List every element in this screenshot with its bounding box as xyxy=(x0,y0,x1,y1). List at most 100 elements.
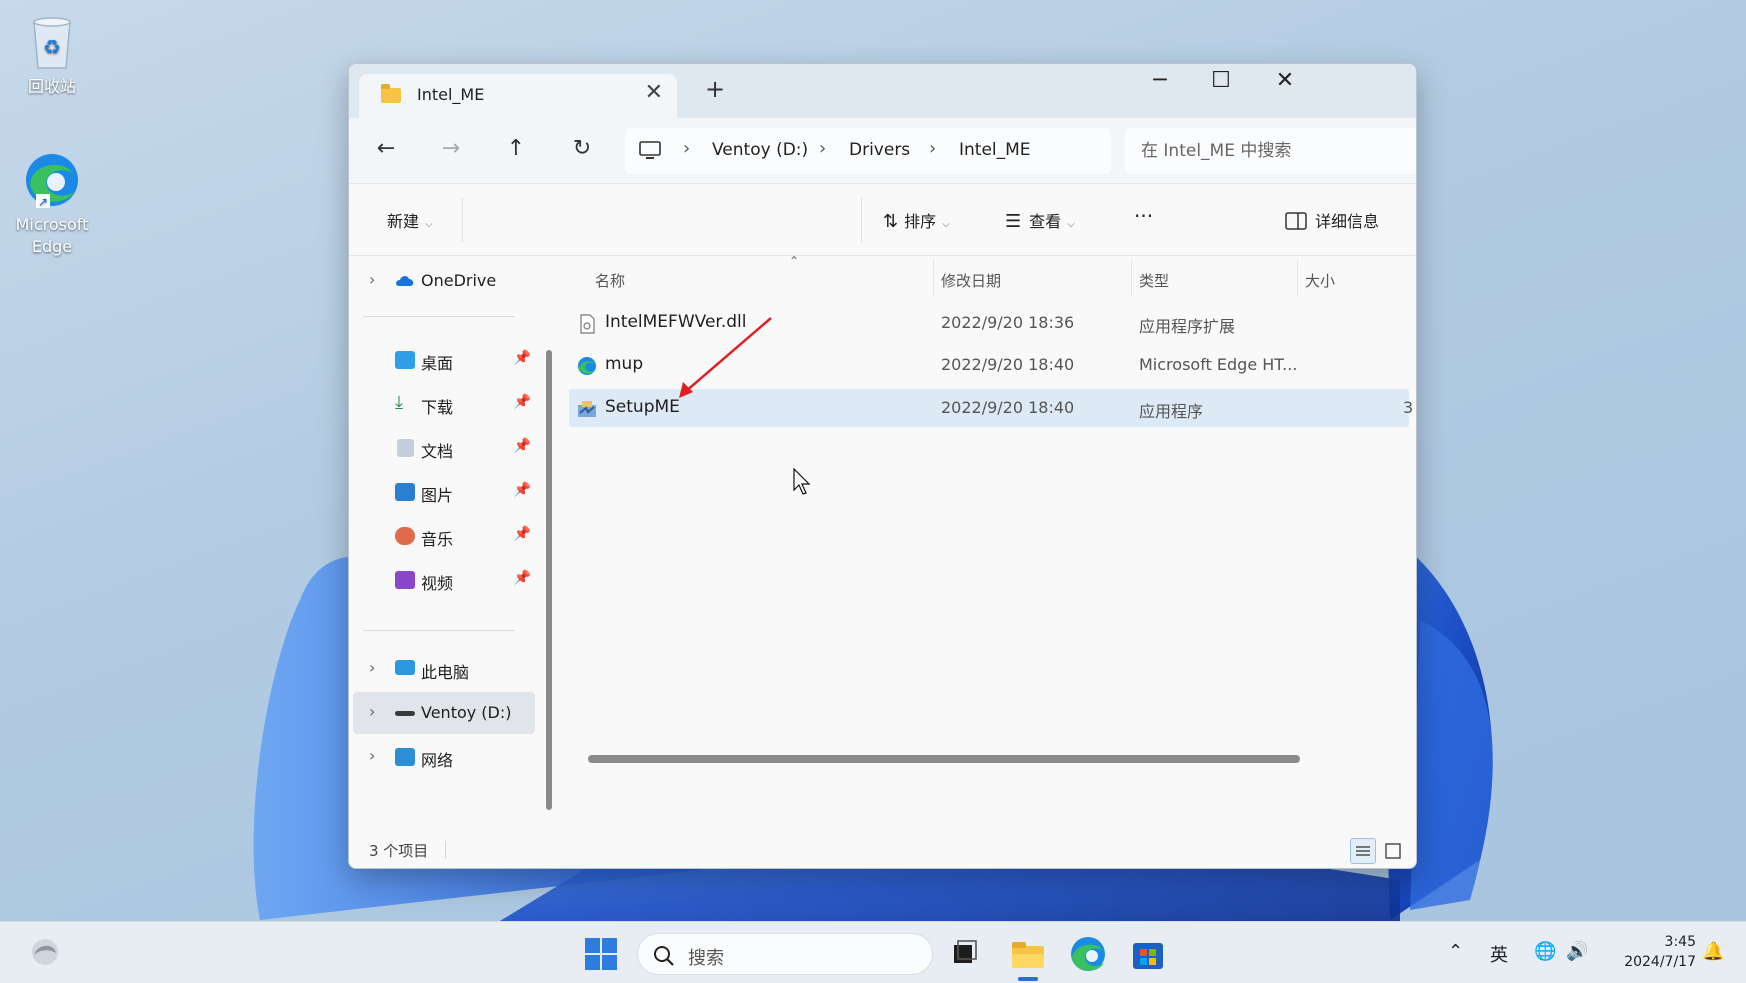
pin-icon[interactable]: 📌 xyxy=(514,438,531,454)
sidebar-item-desktop[interactable]: 桌面 📌 xyxy=(353,339,535,381)
column-header-size[interactable]: 大小 xyxy=(1305,270,1335,291)
details-pane-icon xyxy=(1285,212,1307,230)
close-window-button[interactable]: ✕ xyxy=(1265,68,1305,93)
drive-icon xyxy=(395,711,415,716)
view-button[interactable]: ☰ 查看 ⌵ xyxy=(1005,208,1075,232)
navigation-bar: ← → ↑ ↻ › Ventoy (D:) › Drivers › Intel_… xyxy=(349,118,1416,184)
column-divider[interactable] xyxy=(1297,260,1298,296)
sidebar-item-videos[interactable]: 视频 📌 xyxy=(353,559,535,601)
scrollbar-thumb[interactable] xyxy=(546,350,552,810)
details-view-icon xyxy=(1356,846,1370,856)
refresh-button[interactable]: ↻ xyxy=(567,136,597,161)
svg-text:↗: ↗ xyxy=(38,195,48,209)
new-tab-button[interactable]: + xyxy=(705,75,725,103)
pin-icon[interactable]: 📌 xyxy=(514,394,531,410)
sidebar-item-pictures[interactable]: 图片 📌 xyxy=(353,471,535,513)
active-app-indicator xyxy=(1018,977,1038,981)
tab-intel-me[interactable]: Intel_ME ✕ xyxy=(359,74,677,118)
sort-button[interactable]: ⇅ 排序 ⌵ xyxy=(883,208,950,232)
music-icon xyxy=(395,527,415,545)
search-input[interactable]: 在 Intel_ME 中搜索 xyxy=(1125,128,1416,174)
sidebar-item-downloads[interactable]: ⤓ 下载 📌 xyxy=(353,383,535,425)
edge-taskbar-icon[interactable] xyxy=(1068,934,1108,974)
column-divider[interactable] xyxy=(1131,260,1132,296)
navigation-pane: › OneDrive 桌面 📌 ⤓ 下载 📌 文档 📌 图片 📌 音乐 📌 视频… xyxy=(349,256,537,828)
status-bar: 3 个项目 xyxy=(349,828,1416,868)
sidebar-item-music[interactable]: 音乐 📌 xyxy=(353,515,535,557)
sidebar-item-label: 文档 xyxy=(421,442,454,461)
microsoft-store-icon[interactable] xyxy=(1128,934,1168,974)
horizontal-scrollbar[interactable] xyxy=(588,755,1300,763)
sidebar-item-network[interactable]: › 网络 xyxy=(353,736,535,778)
file-explorer-taskbar-icon[interactable] xyxy=(1008,934,1048,974)
details-button[interactable]: 详细信息 xyxy=(1285,208,1379,232)
breadcrumb-drivers[interactable]: Drivers xyxy=(849,140,910,160)
command-bar: 新建 ⌵ ⇅ 排序 ⌵ ☰ 查看 ⌵ ··· 详细信息 xyxy=(349,184,1416,256)
network-globe-icon[interactable]: 🌐 xyxy=(1534,941,1556,962)
tiles-view-button[interactable] xyxy=(1380,838,1406,864)
start-icon[interactable] xyxy=(584,937,618,971)
new-label: 新建 xyxy=(387,212,420,231)
desktop-icon xyxy=(395,351,415,369)
show-hidden-icons-chevron[interactable]: ⌃ xyxy=(1448,941,1463,962)
sidebar-item-this-pc[interactable]: › 此电脑 xyxy=(353,648,535,690)
pin-icon[interactable]: 📌 xyxy=(514,526,531,542)
breadcrumb-intel-me[interactable]: Intel_ME xyxy=(959,140,1031,160)
maximize-button[interactable]: ☐ xyxy=(1201,68,1241,93)
taskbar-search-placeholder: 搜索 xyxy=(688,948,724,969)
pin-icon[interactable]: 📌 xyxy=(514,350,531,366)
taskbar-clock[interactable]: 3:45 2024/7/17 xyxy=(1610,932,1696,972)
task-view-icon[interactable] xyxy=(944,934,984,974)
computer-icon xyxy=(639,141,661,159)
clock-time: 3:45 xyxy=(1664,934,1696,950)
chevron-right-icon[interactable]: › xyxy=(369,658,375,677)
taskbar-search-input[interactable]: 搜索 xyxy=(637,933,933,975)
search-icon xyxy=(654,946,674,966)
sidebar-item-label: 视频 xyxy=(421,574,454,593)
details-view-button[interactable] xyxy=(1350,838,1376,864)
status-divider xyxy=(445,841,446,859)
this-pc-icon xyxy=(395,660,415,675)
chevron-right-icon[interactable]: › xyxy=(369,270,375,289)
address-bar[interactable]: › Ventoy (D:) › Drivers › Intel_ME xyxy=(625,128,1111,174)
file-size: 3 xyxy=(1403,398,1414,417)
chevron-down-icon: ⌵ xyxy=(425,219,433,230)
more-options-button[interactable]: ··· xyxy=(1134,204,1153,228)
download-icon: ⤓ xyxy=(395,392,403,413)
sidebar-item-label: 网络 xyxy=(421,751,454,770)
chevron-down-icon: ⌵ xyxy=(942,219,950,230)
breadcrumb-separator: › xyxy=(683,138,691,159)
minimize-button[interactable]: ─ xyxy=(1140,68,1180,93)
sidebar-item-label: OneDrive xyxy=(421,271,497,290)
recycle-bin-label: 回收站 xyxy=(27,77,76,96)
ime-indicator[interactable]: 英 xyxy=(1490,941,1508,967)
breadcrumb-separator: › xyxy=(929,138,937,159)
sort-icon: ⇅ xyxy=(883,211,899,232)
sidebar-scrollbar[interactable] xyxy=(544,256,554,836)
column-header-type[interactable]: 类型 xyxy=(1139,270,1169,291)
desktop-recycle-bin[interactable]: ♻ 回收站 xyxy=(4,12,100,98)
desktop-edge[interactable]: ↗ Microsoft Edge xyxy=(4,150,100,258)
document-icon xyxy=(397,439,414,457)
pin-icon[interactable]: 📌 xyxy=(514,570,531,586)
new-button[interactable]: 新建 ⌵ xyxy=(387,208,433,232)
close-tab-icon[interactable]: ✕ xyxy=(645,80,663,105)
chevron-right-icon[interactable]: › xyxy=(369,702,375,721)
breadcrumb-separator: › xyxy=(819,138,827,159)
breadcrumb-ventoy[interactable]: Ventoy (D:) xyxy=(712,140,808,160)
up-button[interactable]: ↑ xyxy=(501,136,531,161)
sidebar-item-documents[interactable]: 文档 📌 xyxy=(353,427,535,469)
sidebar-item-ventoy[interactable]: › Ventoy (D:) xyxy=(353,692,535,734)
back-button[interactable]: ← xyxy=(371,136,401,161)
view-label: 查看 xyxy=(1029,212,1062,231)
tab-title: Intel_ME xyxy=(417,85,485,104)
sidebar-item-label: 此电脑 xyxy=(421,663,470,682)
pin-icon[interactable]: 📌 xyxy=(514,482,531,498)
red-arrow-annotation xyxy=(679,317,772,398)
forward-button[interactable]: → xyxy=(436,136,466,161)
chevron-right-icon[interactable]: › xyxy=(369,746,375,765)
sidebar-item-onedrive[interactable]: › OneDrive xyxy=(353,260,535,302)
volume-icon[interactable]: 🔊 xyxy=(1566,941,1588,962)
notification-icon[interactable]: 🔔 xyxy=(1702,941,1724,962)
widgets-icon[interactable] xyxy=(28,935,62,969)
